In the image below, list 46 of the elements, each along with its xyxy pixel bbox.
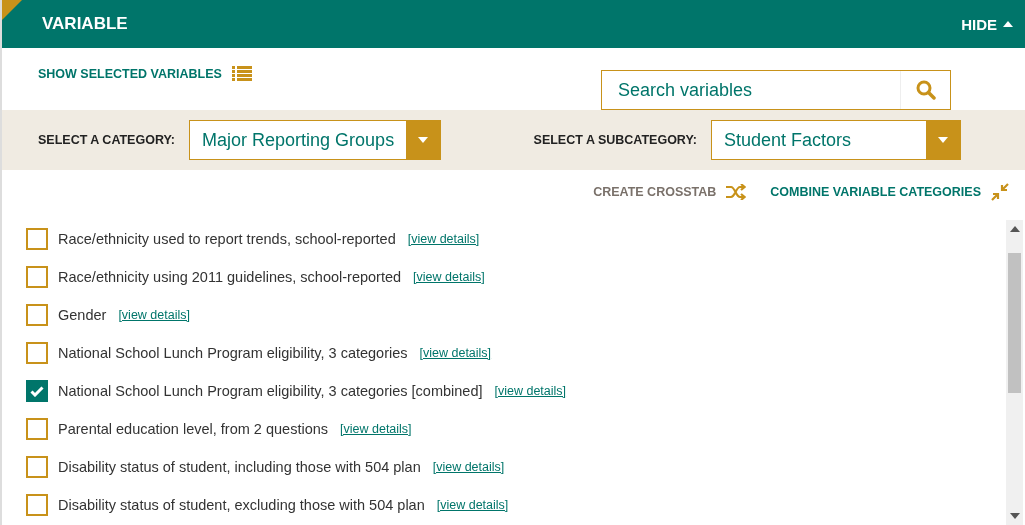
show-selected-button[interactable]: SHOW SELECTED VARIABLES: [38, 66, 252, 82]
caret-icon: [1003, 21, 1013, 27]
checkbox[interactable]: [26, 494, 48, 516]
variable-name: Race/ethnicity using 2011 guidelines, school-reported: [58, 269, 402, 285]
view-details-link[interactable]: [view details]: [413, 270, 485, 284]
view-details-link[interactable]: [view details]: [407, 232, 480, 246]
checkbox[interactable]: [26, 456, 48, 478]
view-details-link[interactable]: [view details]: [432, 460, 505, 474]
scroll-up-icon: [1009, 226, 1020, 232]
scroll-thumb[interactable]: [1008, 252, 1021, 393]
panel-title: VARIABLE: [42, 14, 128, 34]
action-button[interactable]: COMBINE VARIABLE CATEGORIES: [770, 183, 1009, 201]
scrollbar[interactable]: [1006, 220, 1023, 525]
corner-mark: [2, 0, 22, 20]
checkmark-icon: [30, 385, 44, 397]
category-select[interactable]: Major Reporting Groups: [189, 120, 442, 160]
variable-name: National School Lunch Program eligibility, 3 categories [combined]: [58, 383, 483, 399]
view-details-link[interactable]: [view details]: [419, 346, 492, 360]
variable-name: Parental education level, from 2 questions: [58, 421, 329, 437]
caret-icon: [418, 137, 429, 143]
view-details-link[interactable]: [view details]: [494, 384, 567, 398]
view-details-link[interactable]: [view details]: [436, 498, 509, 512]
view-details-link[interactable]: [view details]: [340, 422, 412, 436]
variable-name: Disability status of student, excluding those with 504 plan: [58, 497, 425, 513]
variable-name: Disability status of student, including those with 504 plan: [58, 459, 421, 475]
list-icon: [231, 66, 252, 82]
scroll-down-icon: [1009, 513, 1020, 519]
variable-name: National School Lunch Program eligibility, 3 categories: [58, 345, 408, 361]
search-field[interactable]: Search variables: [601, 70, 951, 110]
shuffle-icon: [726, 184, 747, 200]
category-label: SELECT A CATEGORY:: [38, 133, 176, 147]
compress-arrows-icon: [991, 183, 1009, 201]
hide-button[interactable]: HIDE: [961, 15, 1013, 33]
checkbox[interactable]: [26, 380, 48, 402]
checkbox[interactable]: [26, 342, 48, 364]
view-details-link[interactable]: [view details]: [118, 308, 190, 322]
subcategory-label: SELECT A SUBCATEGORY:: [533, 133, 697, 147]
checkbox[interactable]: [26, 304, 48, 326]
caret-icon: [938, 137, 948, 143]
checkbox[interactable]: [26, 228, 48, 250]
subcategory-select[interactable]: Student Factors: [711, 120, 961, 160]
checkbox[interactable]: [26, 266, 48, 288]
checkbox[interactable]: [26, 418, 48, 440]
variable-name: Race/ethnicity used to report trends, school-reported: [58, 231, 396, 247]
search-icon: [915, 80, 936, 100]
variable-name: Gender: [58, 307, 107, 323]
